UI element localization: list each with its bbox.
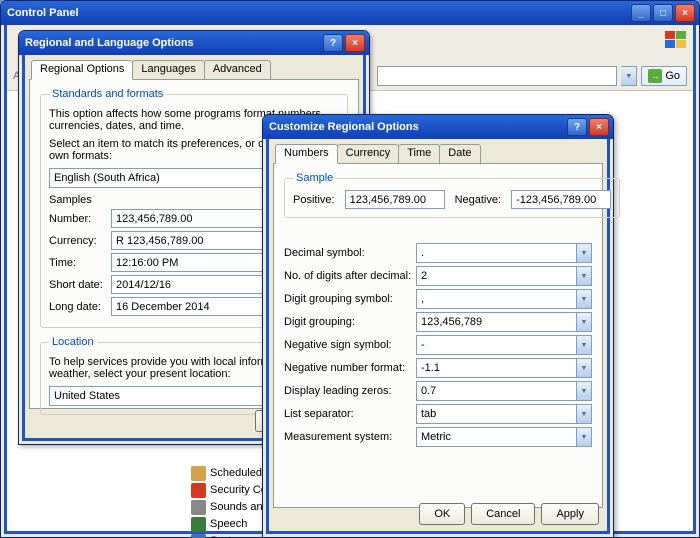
- row-combo[interactable]: Metric▼: [416, 427, 592, 447]
- customize-row: Negative number format:-1.1▼: [284, 358, 592, 378]
- customize-tab-pane: Sample Positive: 123,456,789.00 Negative…: [273, 163, 603, 508]
- close-button[interactable]: ×: [589, 118, 609, 136]
- row-value: -1.1: [417, 362, 576, 374]
- customize-row: List separator:tab▼: [284, 404, 592, 424]
- shortdate-label: Short date:: [49, 279, 111, 291]
- positive-label: Positive:: [293, 194, 335, 206]
- close-button[interactable]: ×: [345, 34, 365, 52]
- negative-label: Negative:: [455, 194, 501, 206]
- customize-row: No. of digits after decimal:2▼: [284, 266, 592, 286]
- chevron-down-icon: ▼: [576, 336, 591, 354]
- tab-advanced[interactable]: Advanced: [204, 60, 271, 80]
- help-button[interactable]: ?: [323, 34, 343, 52]
- row-label: Digit grouping:: [284, 316, 416, 328]
- longdate-label: Long date:: [49, 301, 111, 313]
- regional-title: Regional and Language Options: [25, 37, 323, 49]
- row-combo[interactable]: tab▼: [416, 404, 592, 424]
- customize-body: Numbers Currency Time Date Sample Positi…: [266, 139, 610, 534]
- item-icon: [191, 500, 206, 515]
- go-button[interactable]: → Go: [641, 66, 687, 86]
- regional-tabs: Regional Options Languages Advanced: [31, 60, 359, 80]
- customize-row: Measurement system:Metric▼: [284, 427, 592, 447]
- customize-row: Digit grouping symbol:,▼: [284, 289, 592, 309]
- customize-titlebar[interactable]: Customize Regional Options ? ×: [263, 115, 613, 139]
- row-value: .: [417, 247, 576, 259]
- row-combo[interactable]: .▼: [416, 243, 592, 263]
- negative-sample: -123,456,789.00: [511, 190, 611, 209]
- item-icon: [191, 466, 206, 481]
- maximize-button[interactable]: □: [653, 4, 673, 22]
- row-value: Metric: [417, 431, 576, 443]
- close-button[interactable]: ×: [675, 4, 695, 22]
- time-label: Time:: [49, 257, 111, 269]
- location-legend: Location: [49, 336, 97, 348]
- row-value: 0.7: [417, 385, 576, 397]
- customize-row: Display leading zeros:0.7▼: [284, 381, 592, 401]
- row-combo[interactable]: 2▼: [416, 266, 592, 286]
- customize-row: Digit grouping:123,456,789▼: [284, 312, 592, 332]
- row-label: List separator:: [284, 408, 416, 420]
- help-button[interactable]: ?: [567, 118, 587, 136]
- ok-button[interactable]: OK: [419, 503, 465, 525]
- minimize-button[interactable]: _: [631, 4, 651, 22]
- row-value: 123,456,789: [417, 316, 576, 328]
- customize-tabs: Numbers Currency Time Date: [275, 144, 603, 164]
- row-combo[interactable]: -▼: [416, 335, 592, 355]
- control-panel-titlebar[interactable]: Control Panel _ □ ×: [1, 1, 699, 25]
- tab-languages[interactable]: Languages: [132, 60, 204, 80]
- number-label: Number:: [49, 213, 111, 225]
- row-value: -: [417, 339, 576, 351]
- row-value: 2: [417, 270, 576, 282]
- tab-regional-options[interactable]: Regional Options: [31, 60, 133, 80]
- row-combo[interactable]: ,▼: [416, 289, 592, 309]
- item-icon: [191, 517, 206, 532]
- standards-legend: Standards and formats: [49, 88, 166, 100]
- tab-time[interactable]: Time: [398, 144, 440, 164]
- row-value: ,: [417, 293, 576, 305]
- sample-legend: Sample: [293, 172, 336, 184]
- positive-sample: 123,456,789.00: [345, 190, 445, 209]
- windows-flag-icon: [665, 31, 687, 49]
- currency-label: Currency:: [49, 235, 111, 247]
- row-combo[interactable]: -1.1▼: [416, 358, 592, 378]
- chevron-down-icon: ▼: [576, 313, 591, 331]
- row-label: Negative sign symbol:: [284, 339, 416, 351]
- tab-numbers[interactable]: Numbers: [275, 144, 338, 164]
- row-label: Measurement system:: [284, 431, 416, 443]
- go-label: Go: [665, 70, 680, 82]
- apply-button[interactable]: Apply: [541, 503, 599, 525]
- address-field[interactable]: [377, 66, 617, 86]
- customize-regional-dialog: Customize Regional Options ? × Numbers C…: [262, 114, 614, 538]
- customize-row: Decimal symbol:.▼: [284, 243, 592, 263]
- item-label: Speech: [210, 518, 247, 530]
- chevron-down-icon: ▼: [576, 290, 591, 308]
- row-label: Negative number format:: [284, 362, 416, 374]
- sample-fieldset: Sample Positive: 123,456,789.00 Negative…: [284, 172, 620, 218]
- row-combo[interactable]: 123,456,789▼: [416, 312, 592, 332]
- row-value: tab: [417, 408, 576, 420]
- row-label: Digit grouping symbol:: [284, 293, 416, 305]
- chevron-down-icon: ▼: [576, 359, 591, 377]
- chevron-down-icon: ▼: [576, 267, 591, 285]
- chevron-down-icon: ▼: [576, 244, 591, 262]
- chevron-down-icon: ▼: [576, 428, 591, 446]
- row-label: No. of digits after decimal:: [284, 270, 416, 282]
- go-arrow-icon: →: [648, 69, 662, 83]
- row-label: Display leading zeros:: [284, 385, 416, 397]
- customize-title: Customize Regional Options: [269, 121, 567, 133]
- item-icon: [191, 483, 206, 498]
- regional-titlebar[interactable]: Regional and Language Options ? ×: [19, 31, 369, 55]
- tab-date[interactable]: Date: [439, 144, 480, 164]
- tab-currency[interactable]: Currency: [337, 144, 400, 164]
- cancel-button[interactable]: Cancel: [471, 503, 535, 525]
- address-dropdown-icon[interactable]: ▼: [621, 66, 637, 86]
- customize-row: Negative sign symbol:-▼: [284, 335, 592, 355]
- chevron-down-icon: ▼: [576, 382, 591, 400]
- control-panel-title: Control Panel: [7, 7, 631, 19]
- row-label: Decimal symbol:: [284, 247, 416, 259]
- item-icon: [191, 534, 206, 538]
- chevron-down-icon: ▼: [576, 405, 591, 423]
- row-combo[interactable]: 0.7▼: [416, 381, 592, 401]
